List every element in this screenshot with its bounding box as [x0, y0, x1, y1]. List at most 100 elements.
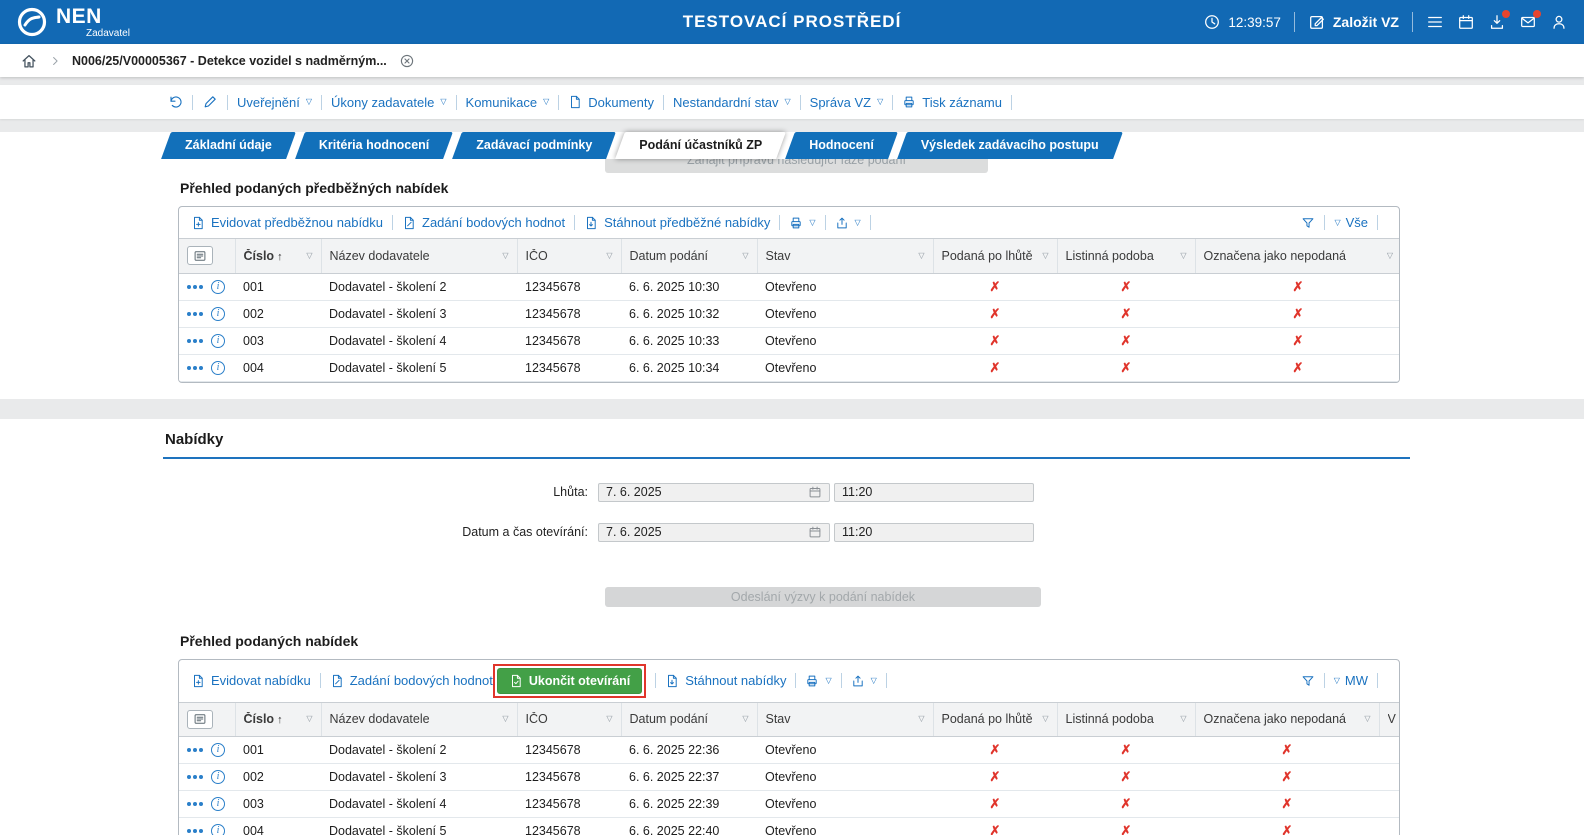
- row-menu-icon[interactable]: [187, 775, 203, 779]
- refresh-button[interactable]: [167, 94, 183, 110]
- tab-hodnoceni[interactable]: Hodnocení: [787, 132, 896, 159]
- filter-preset-caret-icon[interactable]: ▽: [1334, 219, 1340, 227]
- column-header-num[interactable]: Číslo↑▽: [235, 702, 321, 737]
- column-chooser-icon[interactable]: [187, 710, 213, 729]
- otevirani-time-field[interactable]: 11:20: [834, 523, 1034, 542]
- column-filter-caret-icon[interactable]: ▽: [918, 252, 924, 260]
- evidovat-predbeznou-nabidku-button[interactable]: Evidovat předběžnou nabídku: [191, 215, 383, 230]
- menu-komunikace[interactable]: Komunikace▽: [466, 95, 550, 110]
- column-filter-caret-icon[interactable]: ▽: [1042, 715, 1048, 723]
- tab-zakladni-udaje[interactable]: Základní údaje: [163, 132, 294, 159]
- nen-logo[interactable]: NEN Zadavatel: [16, 6, 130, 39]
- column-chooser[interactable]: [179, 702, 235, 737]
- home-button[interactable]: [20, 52, 38, 70]
- tab-vysledek-zadavaciho-postupu[interactable]: Výsledek zadávacího postupu: [899, 132, 1121, 159]
- menu-sprava-vz[interactable]: Správa VZ▽: [810, 95, 884, 110]
- column-filter-caret-icon[interactable]: ▽: [606, 715, 612, 723]
- column-header-date[interactable]: Datum podání▽: [621, 702, 757, 737]
- table-row[interactable]: i003Dodavatel - školení 4123456786. 6. 2…: [179, 791, 1400, 818]
- column-filter-caret-icon[interactable]: ▽: [306, 715, 312, 723]
- column-header-paper[interactable]: Listinná podoba▽: [1057, 702, 1195, 737]
- zadani-bodovych-hodnot-button[interactable]: Zadání bodových hodnot: [330, 673, 493, 688]
- calendar-button[interactable]: [1457, 13, 1475, 31]
- column-chooser[interactable]: [179, 239, 235, 274]
- zadani-bodovych-hodnot-button[interactable]: Zadání bodových hodnot: [402, 215, 565, 230]
- table-row[interactable]: i003Dodavatel - školení 4123456786. 6. 2…: [179, 327, 1400, 354]
- export-table-button[interactable]: ▽: [835, 216, 861, 230]
- column-filter-caret-icon[interactable]: ▽: [1364, 715, 1370, 723]
- row-info-icon[interactable]: i: [211, 770, 225, 784]
- table-row[interactable]: i002Dodavatel - školení 3123456786. 6. 2…: [179, 764, 1400, 791]
- export-table-button[interactable]: ▽: [851, 674, 877, 688]
- table-row[interactable]: i001Dodavatel - školení 2123456786. 6. 2…: [179, 273, 1400, 300]
- create-vz-button[interactable]: Založit VZ: [1308, 13, 1399, 31]
- column-header-status[interactable]: Stav▽: [757, 702, 933, 737]
- table-row[interactable]: i002Dodavatel - školení 3123456786. 6. 2…: [179, 300, 1400, 327]
- menu-dokumenty[interactable]: Dokumenty: [568, 95, 654, 110]
- row-info-icon[interactable]: i: [211, 334, 225, 348]
- column-filter-caret-icon[interactable]: ▽: [1042, 252, 1048, 260]
- column-header-supplier[interactable]: Název dodavatele▽: [321, 239, 517, 274]
- column-filter-caret-icon[interactable]: ▽: [1387, 252, 1393, 260]
- column-filter-caret-icon[interactable]: ▽: [742, 252, 748, 260]
- ukoncit-otevirani-button[interactable]: Ukončit otevírání: [497, 668, 642, 694]
- evidovat-nabidku-button[interactable]: Evidovat nabídku: [191, 673, 311, 688]
- row-info-icon[interactable]: i: [211, 824, 225, 835]
- row-menu-icon[interactable]: [187, 339, 203, 343]
- filter-preset-value[interactable]: Vše: [1346, 215, 1368, 230]
- column-header-late[interactable]: Podaná po lhůtě▽: [933, 239, 1057, 274]
- downloads-button[interactable]: [1488, 13, 1506, 31]
- column-filter-caret-icon[interactable]: ▽: [1180, 252, 1186, 260]
- menu-nestandardni-stav[interactable]: Nestandardní stav▽: [673, 95, 791, 110]
- filter-button[interactable]: [1301, 674, 1315, 688]
- calendar-icon[interactable]: [808, 525, 822, 539]
- column-header-ico[interactable]: IČO▽: [517, 239, 621, 274]
- row-info-icon[interactable]: i: [211, 361, 225, 375]
- column-header-supplier[interactable]: Název dodavatele▽: [321, 702, 517, 737]
- row-menu-icon[interactable]: [187, 748, 203, 752]
- menu-uverejneni[interactable]: Uveřejnění▽: [237, 95, 312, 110]
- column-filter-caret-icon[interactable]: ▽: [502, 252, 508, 260]
- lhuta-time-field[interactable]: 11:20: [834, 483, 1034, 502]
- table-row[interactable]: i001Dodavatel - školení 2123456786. 6. 2…: [179, 737, 1400, 764]
- column-header-late[interactable]: Podaná po lhůtě▽: [933, 702, 1057, 737]
- row-menu-icon[interactable]: [187, 366, 203, 370]
- column-filter-caret-icon[interactable]: ▽: [606, 252, 612, 260]
- profile-button[interactable]: [1550, 13, 1568, 31]
- lhuta-date-field[interactable]: 7. 6. 2025: [598, 483, 830, 502]
- row-info-icon[interactable]: i: [211, 743, 225, 757]
- column-chooser-icon[interactable]: [187, 246, 213, 265]
- filter-button[interactable]: [1301, 216, 1315, 230]
- row-info-icon[interactable]: i: [211, 307, 225, 321]
- stahnout-predbezne-nabidky-button[interactable]: Stáhnout předběžné nabídky: [584, 215, 770, 230]
- column-header-paper[interactable]: Listinná podoba▽: [1057, 239, 1195, 274]
- tab-zadavaci-podminky[interactable]: Zadávací podmínky: [454, 132, 614, 159]
- calendar-icon[interactable]: [808, 485, 822, 499]
- column-filter-caret-icon[interactable]: ▽: [502, 715, 508, 723]
- tab-podani-ucastniku-zp[interactable]: Podání účastníků ZP: [617, 132, 784, 159]
- column-header-date[interactable]: Datum podání▽: [621, 239, 757, 274]
- column-filter-caret-icon[interactable]: ▽: [918, 715, 924, 723]
- row-info-icon[interactable]: i: [211, 797, 225, 811]
- messages-button[interactable]: [1519, 13, 1537, 31]
- print-table-button[interactable]: ▽: [789, 216, 815, 230]
- row-info-icon[interactable]: i: [211, 280, 225, 294]
- row-menu-icon[interactable]: [187, 285, 203, 289]
- filter-preset-caret-icon[interactable]: ▽: [1334, 677, 1340, 685]
- column-filter-caret-icon[interactable]: ▽: [306, 252, 312, 260]
- stahnout-nabidky-button[interactable]: Stáhnout nabídky: [665, 673, 786, 688]
- column-header-notsub[interactable]: Označena jako nepodaná▽: [1195, 239, 1400, 274]
- filter-preset-value[interactable]: MW: [1345, 673, 1368, 688]
- menu-button[interactable]: [1426, 13, 1444, 31]
- row-menu-icon[interactable]: [187, 829, 203, 833]
- column-header-status[interactable]: Stav▽: [757, 239, 933, 274]
- close-record-button[interactable]: [399, 53, 415, 69]
- otevirani-date-field[interactable]: 7. 6. 2025: [598, 523, 830, 542]
- column-header-ico[interactable]: IČO▽: [517, 702, 621, 737]
- breadcrumb-record[interactable]: N006/25/V00005367 - Detekce vozidel s na…: [72, 54, 387, 68]
- menu-ukony-zadavatele[interactable]: Úkony zadavatele▽: [331, 95, 447, 110]
- print-table-button[interactable]: ▽: [805, 674, 831, 688]
- column-filter-caret-icon[interactable]: ▽: [1180, 715, 1186, 723]
- column-filter-caret-icon[interactable]: ▽: [742, 715, 748, 723]
- edit-record-button[interactable]: [202, 94, 218, 110]
